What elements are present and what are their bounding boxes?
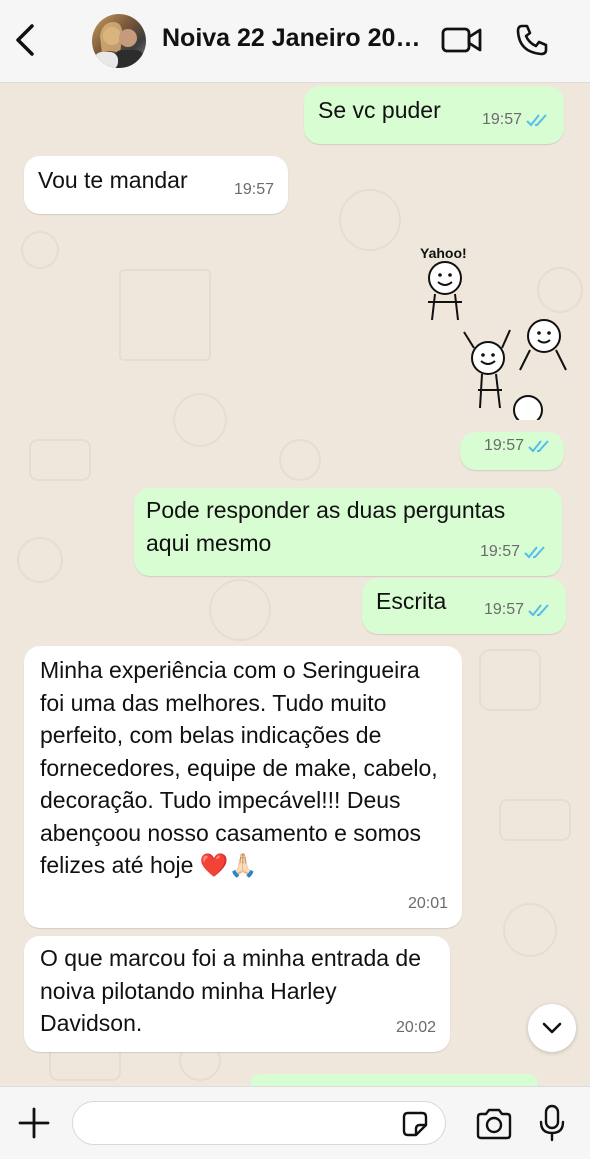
message-meta: 20:02 (396, 1012, 436, 1045)
message-bubble-incoming[interactable]: Minha experiência com o Seringueira foi … (24, 646, 462, 928)
microphone-icon (539, 1104, 565, 1142)
message-bubble-outgoing[interactable]: Se vc puder 19:57 (304, 86, 564, 144)
sticker-button[interactable] (400, 1109, 430, 1139)
chat-title[interactable]: Noiva 22 Janeiro 202... (162, 24, 428, 53)
read-receipt-icon (524, 546, 545, 559)
camera-button[interactable] (474, 1107, 514, 1141)
message-bubble-incoming[interactable]: Vou te mandar 19:57 (24, 156, 288, 214)
plus-icon (18, 1107, 50, 1139)
camera-icon (476, 1108, 512, 1140)
chevron-left-icon (16, 24, 34, 56)
avatar-photo (94, 22, 144, 68)
video-call-button[interactable] (440, 24, 484, 56)
microphone-button[interactable] (536, 1103, 568, 1143)
yahoo-sticker: Yahoo! (420, 245, 567, 425)
message-meta: 19:57 (484, 594, 552, 627)
message-text: Escrita (376, 588, 447, 614)
sticker-icon (402, 1111, 428, 1137)
sticker-text: Yahoo! (420, 245, 467, 261)
phone-icon (516, 24, 548, 56)
read-receipt-icon (528, 604, 549, 617)
message-bubble-outgoing[interactable]: Escrita 19:57 (362, 578, 566, 634)
message-time: 20:02 (395, 1018, 436, 1036)
message-text: Pode responder as duas perguntas aqui me… (146, 497, 506, 556)
message-meta: 19:57 (480, 536, 548, 569)
avatar[interactable] (92, 14, 146, 68)
message-bubble-incoming[interactable]: O que marcou foi a minha entrada de noiv… (24, 936, 450, 1052)
sticker-timestamp: 19:57 (460, 432, 564, 470)
message-meta: 20:01 (408, 888, 448, 921)
chevron-down-icon (542, 1022, 562, 1034)
message-input[interactable] (72, 1101, 446, 1145)
message-text: Minha experiência com o Seringueira foi … (40, 657, 438, 878)
message-time: 19:57 (483, 600, 524, 618)
message-time: 20:01 (407, 894, 448, 912)
message-meta: 19:57 (234, 174, 274, 207)
message-text: Vou te mandar (38, 167, 188, 193)
message-meta: 19:57 (482, 104, 550, 137)
message-text: O que marcou foi a minha entrada de noiv… (40, 945, 422, 1036)
message-time: 19:57 (481, 110, 522, 128)
sticker-message[interactable]: Yahoo! (410, 240, 570, 425)
video-camera-icon (441, 27, 482, 53)
message-meta: 19:57 (484, 430, 552, 463)
attach-button[interactable] (16, 1105, 52, 1141)
read-receipt-icon (526, 114, 547, 127)
message-time: 19:57 (479, 542, 520, 560)
chat-header: Noiva 22 Janeiro 202... (0, 0, 590, 83)
message-bubble-outgoing[interactable]: Pode responder as duas perguntas aqui me… (134, 488, 562, 576)
message-input-bar (0, 1086, 590, 1159)
read-receipt-icon (528, 440, 549, 453)
scroll-to-bottom-button[interactable] (528, 1004, 576, 1052)
message-text: Se vc puder (318, 97, 441, 123)
message-time: 19:57 (233, 180, 274, 198)
voice-call-button[interactable] (514, 22, 550, 58)
message-time: 19:57 (483, 436, 524, 454)
back-button[interactable] (8, 18, 44, 62)
